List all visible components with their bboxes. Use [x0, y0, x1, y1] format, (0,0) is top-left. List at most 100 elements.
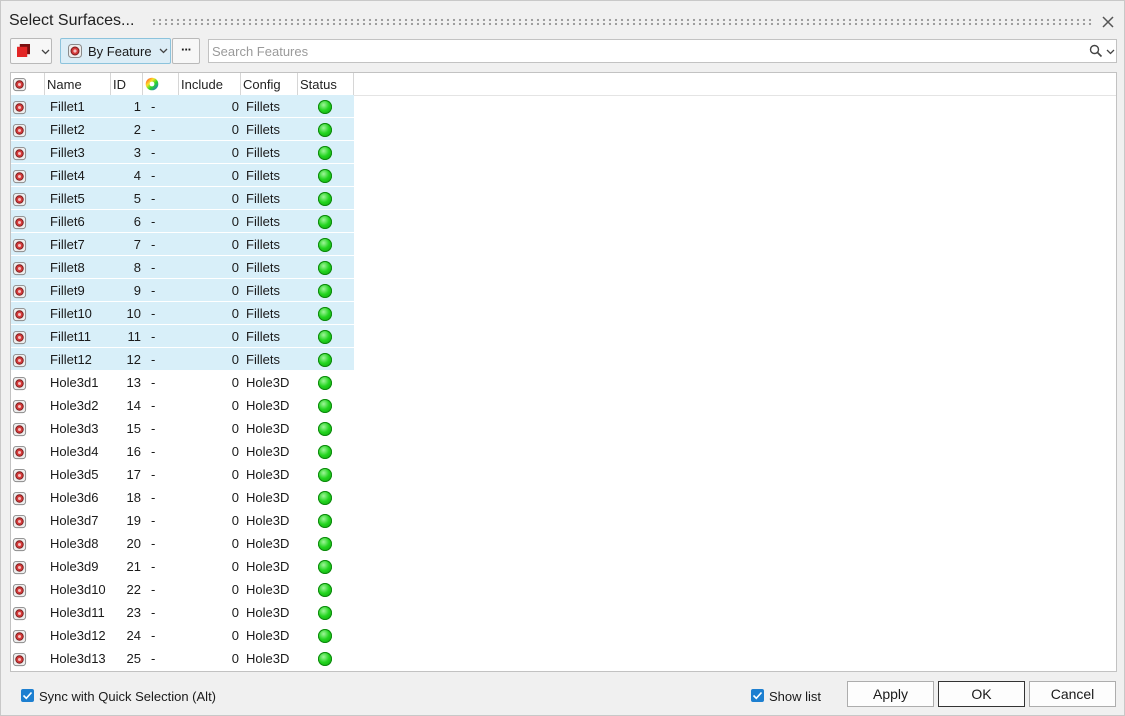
close-button[interactable]	[1099, 13, 1117, 31]
row-include[interactable]: 0	[179, 578, 239, 601]
row-color[interactable]: -	[151, 624, 155, 647]
row-color[interactable]: -	[151, 325, 155, 348]
row-color[interactable]: -	[151, 440, 155, 463]
row-color[interactable]: -	[151, 578, 155, 601]
row-include[interactable]: 0	[179, 417, 239, 440]
row-color[interactable]: -	[151, 164, 155, 187]
table-row[interactable]: Fillet4 4- 0 Fillets	[11, 164, 354, 187]
table-row[interactable]: Hole3d4 16- 0 Hole3D	[11, 440, 354, 463]
table-row[interactable]: Hole3d11 23- 0 Hole3D	[11, 601, 354, 624]
row-include[interactable]: 0	[179, 187, 239, 210]
row-color[interactable]: -	[151, 463, 155, 486]
header-include[interactable]: Include	[179, 73, 241, 95]
row-name: Fillet10	[50, 306, 92, 321]
table-row[interactable]: Fillet11 11- 0 Fillets	[11, 325, 354, 348]
row-include[interactable]: 0	[179, 325, 239, 348]
row-include[interactable]: 0	[179, 532, 239, 555]
header-status[interactable]: Status	[298, 73, 354, 95]
header-id[interactable]: ID	[111, 73, 143, 95]
table-row[interactable]: Fillet7 7- 0 Fillets	[11, 233, 354, 256]
row-include[interactable]: 0	[179, 601, 239, 624]
row-color[interactable]: -	[151, 486, 155, 509]
row-include[interactable]: 0	[179, 509, 239, 532]
table-row[interactable]: Hole3d8 20- 0 Hole3D	[11, 532, 354, 555]
row-include[interactable]: 0	[179, 164, 239, 187]
row-color[interactable]: -	[151, 348, 155, 371]
table-row[interactable]: Fillet3 3- 0 Fillets	[11, 141, 354, 164]
sync-checkbox[interactable]	[21, 689, 34, 702]
table-row[interactable]: Fillet8 8- 0 Fillets	[11, 256, 354, 279]
cancel-button[interactable]: Cancel	[1029, 681, 1116, 707]
row-include[interactable]: 0	[179, 624, 239, 647]
search-input[interactable]	[212, 42, 1072, 60]
chevron-down-icon[interactable]	[1106, 49, 1115, 55]
row-color[interactable]: -	[151, 302, 155, 325]
more-options-button[interactable]: ···	[172, 38, 200, 64]
row-color[interactable]: -	[151, 256, 155, 279]
row-include[interactable]: 0	[179, 141, 239, 164]
apply-button[interactable]: Apply	[847, 681, 934, 707]
drag-grip[interactable]	[151, 18, 1093, 25]
row-include[interactable]: 0	[179, 279, 239, 302]
by-feature-dropdown[interactable]: By Feature	[60, 38, 171, 64]
search-box[interactable]	[208, 39, 1117, 63]
table-row[interactable]: Hole3d1 13- 0 Hole3D	[11, 371, 354, 394]
header-type-icon-column[interactable]	[11, 73, 45, 95]
table-row[interactable]: Fillet12 12- 0 Fillets	[11, 348, 354, 371]
row-include[interactable]: 0	[179, 371, 239, 394]
row-include[interactable]: 0	[179, 118, 239, 141]
title-bar[interactable]: Select Surfaces...	[1, 1, 1124, 35]
table-row[interactable]: Hole3d6 18- 0 Hole3D	[11, 486, 354, 509]
row-include[interactable]: 0	[179, 348, 239, 371]
table-row[interactable]: Hole3d2 14- 0 Hole3D	[11, 394, 354, 417]
show-list-label[interactable]: Show list	[769, 689, 821, 704]
row-include[interactable]: 0	[179, 256, 239, 279]
row-include[interactable]: 0	[179, 95, 239, 118]
table-row[interactable]: Hole3d7 19- 0 Hole3D	[11, 509, 354, 532]
row-color[interactable]: -	[151, 601, 155, 624]
row-color[interactable]: -	[151, 394, 155, 417]
row-include[interactable]: 0	[179, 233, 239, 256]
show-list-checkbox[interactable]	[751, 689, 764, 702]
row-include[interactable]: 0	[179, 647, 239, 670]
table-row[interactable]: Hole3d5 17- 0 Hole3D	[11, 463, 354, 486]
table-row[interactable]: Hole3d12 24- 0 Hole3D	[11, 624, 354, 647]
table-row[interactable]: Fillet2 2- 0 Fillets	[11, 118, 354, 141]
table-row[interactable]: Hole3d9 21- 0 Hole3D	[11, 555, 354, 578]
row-color[interactable]: -	[151, 555, 155, 578]
row-color[interactable]: -	[151, 95, 155, 118]
row-color[interactable]: -	[151, 141, 155, 164]
table-row[interactable]: Fillet10 10- 0 Fillets	[11, 302, 354, 325]
row-include[interactable]: 0	[179, 440, 239, 463]
table-row[interactable]: Fillet9 9- 0 Fillets	[11, 279, 354, 302]
sync-label[interactable]: Sync with Quick Selection (Alt)	[39, 689, 216, 704]
row-include[interactable]: 0	[179, 555, 239, 578]
row-color[interactable]: -	[151, 233, 155, 256]
header-config[interactable]: Config	[241, 73, 298, 95]
row-color[interactable]: -	[151, 647, 155, 670]
row-include[interactable]: 0	[179, 210, 239, 233]
row-color[interactable]: -	[151, 417, 155, 440]
table-row[interactable]: Hole3d10 22- 0 Hole3D	[11, 578, 354, 601]
row-include[interactable]: 0	[179, 463, 239, 486]
search-icon[interactable]	[1089, 44, 1103, 58]
table-row[interactable]: Hole3d13 25- 0 Hole3D	[11, 647, 354, 670]
row-color[interactable]: -	[151, 509, 155, 532]
row-include[interactable]: 0	[179, 302, 239, 325]
row-include[interactable]: 0	[179, 486, 239, 509]
row-color[interactable]: -	[151, 187, 155, 210]
table-row[interactable]: Hole3d3 15- 0 Hole3D	[11, 417, 354, 440]
row-color[interactable]: -	[151, 210, 155, 233]
row-color[interactable]: -	[151, 118, 155, 141]
row-include[interactable]: 0	[179, 394, 239, 417]
ok-button[interactable]: OK	[938, 681, 1025, 707]
table-row[interactable]: Fillet6 6- 0 Fillets	[11, 210, 354, 233]
header-color[interactable]	[143, 73, 179, 95]
row-color[interactable]: -	[151, 532, 155, 555]
row-color[interactable]: -	[151, 371, 155, 394]
row-color[interactable]: -	[151, 279, 155, 302]
header-name[interactable]: Name	[45, 73, 111, 95]
table-row[interactable]: Fillet1 1- 0 Fillets	[11, 95, 354, 118]
table-row[interactable]: Fillet5 5- 0 Fillets	[11, 187, 354, 210]
color-dropdown-button[interactable]	[10, 38, 52, 64]
